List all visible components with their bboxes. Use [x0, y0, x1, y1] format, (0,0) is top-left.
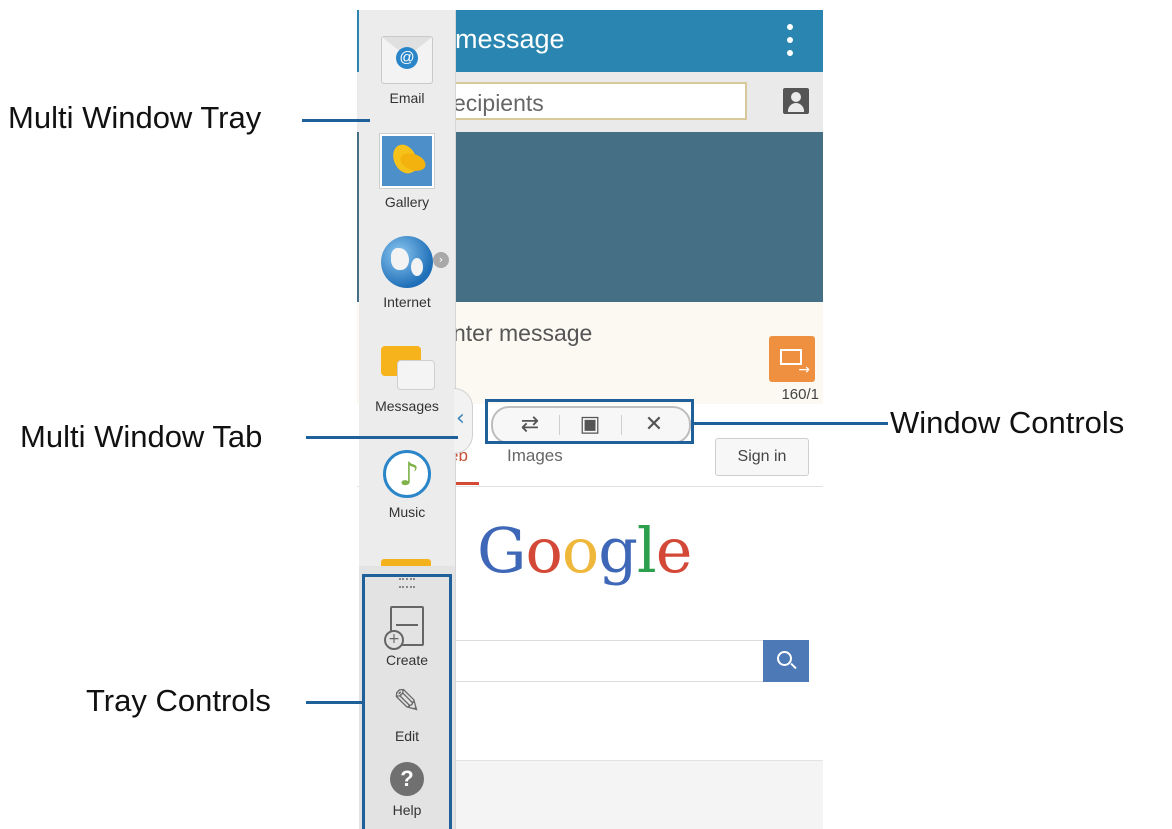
gallery-icon: [380, 134, 434, 188]
music-icon: [383, 450, 431, 498]
tab-images[interactable]: Images: [507, 446, 563, 466]
message-title: message: [455, 24, 565, 54]
page-footer-area: [449, 761, 823, 829]
tray-app-internet[interactable]: Internet: [359, 236, 455, 310]
recipients-placeholder: ecipients: [453, 90, 544, 116]
tray-app-email[interactable]: Email: [359, 28, 455, 106]
callout-window-controls: Window Controls: [890, 405, 1125, 440]
callout-multi-window-tray: Multi Window Tray: [8, 100, 262, 135]
tray-app-music[interactable]: Music: [359, 450, 455, 520]
window-controls-highlight: [485, 399, 694, 444]
chevron-right-icon[interactable]: ›: [433, 252, 449, 268]
overflow-menu-icon[interactable]: [787, 24, 793, 56]
chevron-left-icon: ‹: [456, 406, 465, 431]
callout-line: [306, 701, 362, 704]
callout-line: [302, 119, 370, 122]
tray-app-label: Messages: [375, 398, 439, 414]
callout-line: [306, 436, 458, 439]
messages-icon: [381, 344, 435, 392]
tray-app-label: Gallery: [384, 194, 430, 210]
logo-letter: G: [477, 514, 527, 587]
tray-controls-highlight: [362, 574, 452, 829]
logo-letter: e: [655, 514, 693, 587]
email-icon: [381, 36, 433, 84]
compose-placeholder: nter message: [453, 320, 593, 346]
tray-app-messages[interactable]: Messages: [359, 344, 455, 414]
callout-tray-controls: Tray Controls: [86, 683, 271, 718]
tray-app-label: Internet: [383, 294, 431, 310]
tray-app-gallery[interactable]: Gallery: [359, 134, 455, 210]
sign-in-button[interactable]: Sign in: [715, 438, 809, 476]
logo-letter: o: [561, 514, 599, 587]
contact-icon[interactable]: [783, 88, 809, 114]
callout-line: [694, 422, 888, 425]
logo-letter: o: [525, 514, 563, 587]
send-button[interactable]: [769, 336, 815, 382]
search-input[interactable]: [449, 640, 764, 682]
google-logo: Google: [477, 514, 693, 587]
tray-app-label: Music: [388, 504, 426, 520]
internet-icon: [381, 236, 433, 288]
logo-letter: l: [636, 514, 657, 587]
callout-multi-window-tab: Multi Window Tab: [20, 419, 263, 454]
logo-letter: g: [598, 514, 638, 587]
search-icon[interactable]: [763, 640, 809, 682]
multi-window-tab[interactable]: ‹: [454, 388, 473, 454]
character-counter: 160/1: [781, 386, 819, 403]
tray-app-label: Email: [389, 90, 425, 106]
